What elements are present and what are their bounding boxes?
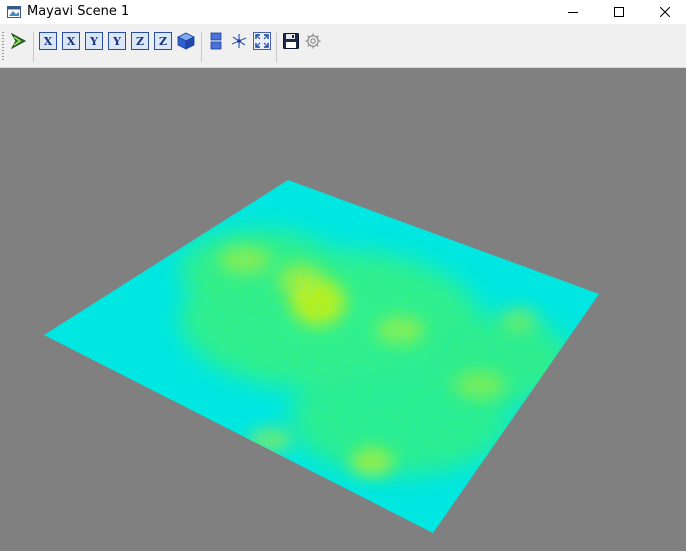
- view-z-negative-button[interactable]: Z: [154, 32, 172, 50]
- gear-icon: [305, 33, 321, 49]
- axes-indicator-button[interactable]: [230, 32, 248, 50]
- axis-y-icon: Y: [90, 34, 98, 48]
- toolbar-separator: [201, 32, 202, 62]
- axis-x-icon: X: [66, 34, 76, 48]
- colored-surface: [44, 180, 599, 533]
- scene-toolbar: X X Y Y Z Z: [0, 24, 686, 68]
- isometric-view-button[interactable]: [177, 32, 195, 50]
- toolbar-grip[interactable]: [2, 32, 4, 62]
- window-title: Mayavi Scene 1: [27, 4, 130, 19]
- axes-icon: [231, 34, 247, 48]
- toolbar-separator: [276, 32, 277, 62]
- toolbar-separator: [33, 32, 34, 62]
- save-icon: [283, 33, 299, 49]
- axis-z-icon: Z: [135, 34, 145, 48]
- view-x-positive-button[interactable]: X: [39, 32, 57, 50]
- fullscreen-icon: [253, 32, 271, 50]
- maximize-button[interactable]: [596, 0, 642, 24]
- title-bar: Mayavi Scene 1: [0, 0, 686, 24]
- save-button[interactable]: [282, 32, 300, 50]
- cube-icon: [177, 32, 195, 50]
- close-button[interactable]: [642, 0, 686, 24]
- view-y-negative-button[interactable]: Y: [108, 32, 126, 50]
- configure-scene-button[interactable]: [304, 32, 322, 50]
- parallel-projection-button[interactable]: [207, 32, 225, 50]
- minimize-button[interactable]: [550, 0, 596, 24]
- maximize-icon: [614, 7, 624, 17]
- axis-y-icon: Y: [113, 34, 121, 48]
- full-screen-button[interactable]: [253, 32, 271, 50]
- close-icon: [660, 7, 670, 17]
- mayavi-pipeline-button[interactable]: [9, 32, 27, 50]
- scene-viewport[interactable]: [0, 68, 686, 551]
- projection-icon: [210, 32, 222, 50]
- view-z-positive-button[interactable]: Z: [131, 32, 149, 50]
- view-x-negative-button[interactable]: X: [62, 32, 80, 50]
- surface-plot: [44, 180, 599, 533]
- axis-z-icon: Z: [158, 34, 168, 48]
- app-window-icon: [7, 5, 21, 18]
- minimize-icon: [568, 12, 578, 13]
- mayavi-logo-icon: [10, 32, 27, 50]
- view-y-positive-button[interactable]: Y: [85, 32, 103, 50]
- axis-x-icon: X: [43, 34, 53, 48]
